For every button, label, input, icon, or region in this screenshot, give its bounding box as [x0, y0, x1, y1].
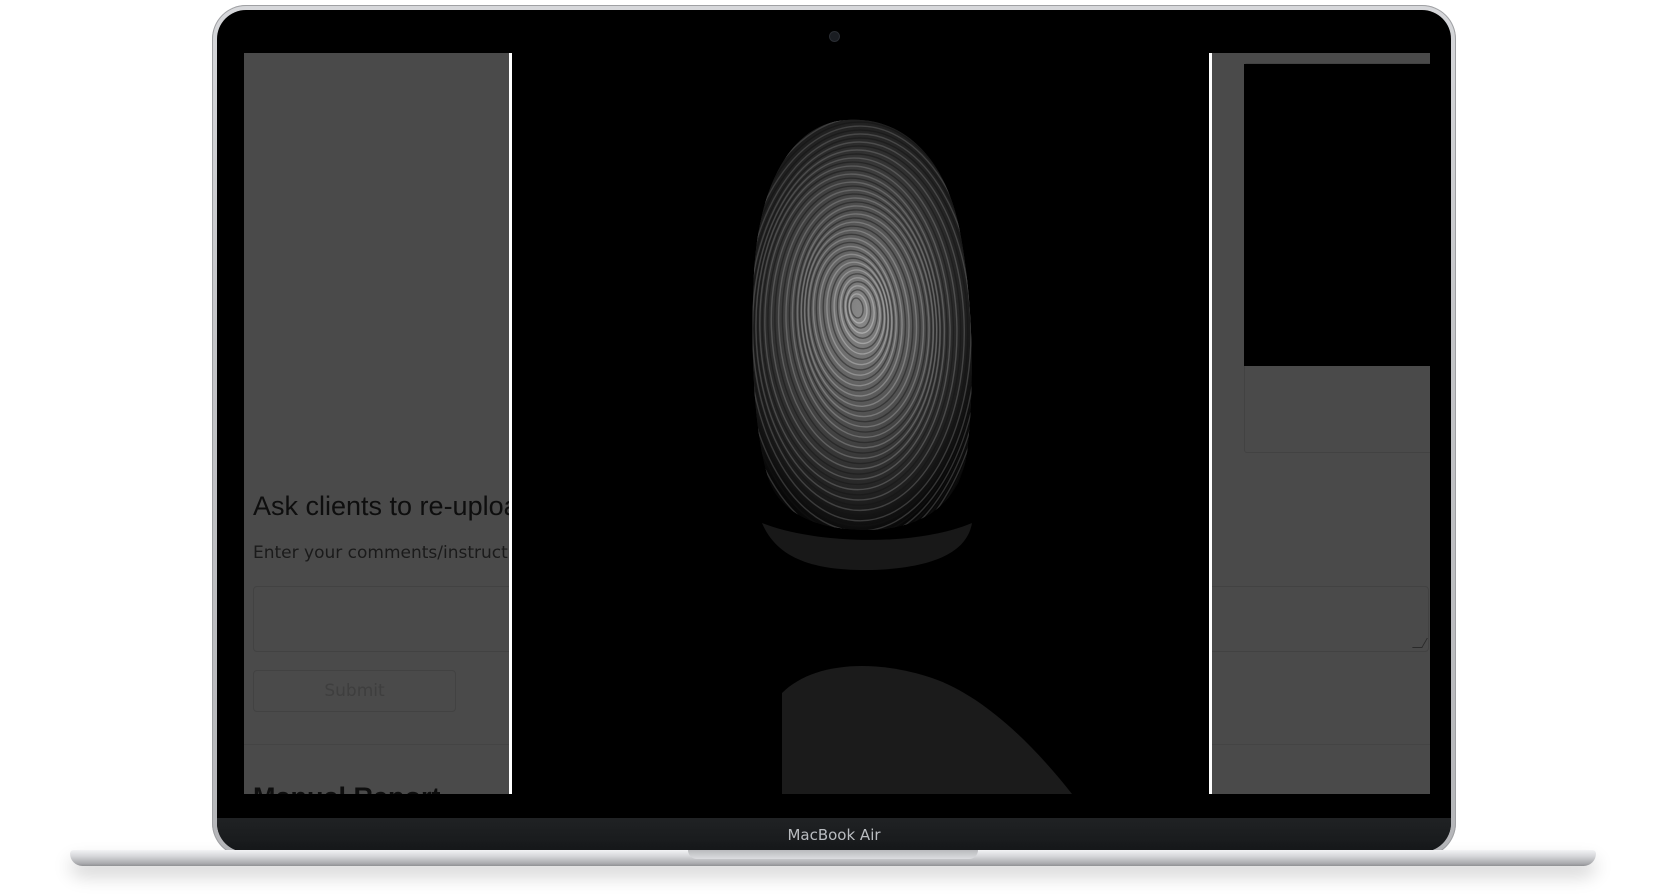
screen: Ask clients to re-uploa Enter your comme…	[244, 53, 1430, 794]
camera-icon	[830, 32, 839, 41]
image-thumbnail[interactable]	[1244, 64, 1430, 366]
image-lightbox[interactable]	[509, 53, 1212, 794]
laptop-mockup: Ask clients to re-uploa Enter your comme…	[0, 0, 1666, 895]
reupload-section-title: Ask clients to re-uploa	[253, 491, 519, 521]
base-notch	[688, 850, 978, 859]
reupload-instruction: Enter your comments/instructi	[253, 543, 513, 563]
manual-report-title: Manual Report	[253, 782, 441, 794]
fingerprint-icon	[752, 119, 1072, 794]
brand-label: MacBook Air	[787, 826, 881, 844]
resize-handle-icon[interactable]	[1412, 638, 1428, 648]
submit-button[interactable]: Submit	[253, 670, 456, 712]
